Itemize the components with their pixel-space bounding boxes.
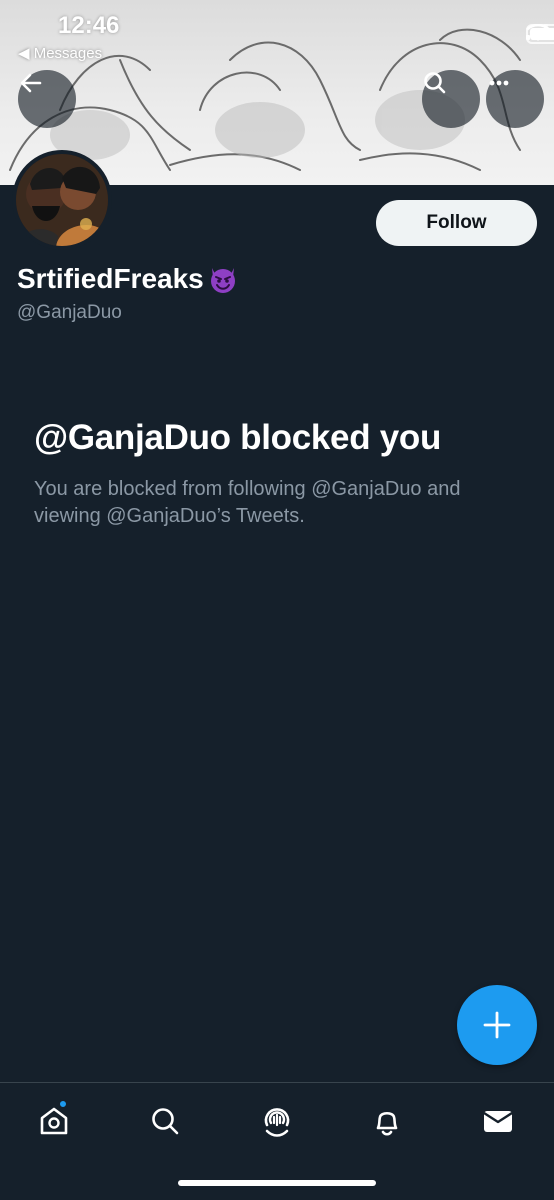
- nav-home[interactable]: [34, 1099, 74, 1141]
- home-icon: [40, 1107, 68, 1135]
- avatar[interactable]: [12, 150, 112, 250]
- nav-messages[interactable]: [478, 1101, 518, 1141]
- plus-icon: [483, 1011, 511, 1039]
- battery-icon: [526, 24, 554, 44]
- compose-tweet-button[interactable]: [457, 985, 537, 1065]
- spaces-icon: [264, 1108, 290, 1137]
- nav-spaces[interactable]: [257, 1101, 297, 1141]
- back-to-messages-link[interactable]: ◀ Messages: [18, 44, 102, 62]
- display-name: SrtifiedFreaks: [17, 262, 240, 296]
- profile-handle: @GanjaDuo: [17, 302, 122, 323]
- avatar-illustration: [16, 154, 108, 246]
- mail-icon: [483, 1111, 513, 1132]
- search-profile-button[interactable]: [422, 70, 480, 128]
- home-indicator[interactable]: [178, 1180, 376, 1186]
- search-icon: [152, 1108, 179, 1135]
- back-button[interactable]: [18, 70, 76, 128]
- arrow-left-icon: [20, 73, 42, 93]
- more-horizontal-icon: [489, 80, 509, 86]
- more-options-button[interactable]: [486, 70, 544, 128]
- display-name-text: SrtifiedFreaks: [17, 263, 204, 294]
- nav-notifications[interactable]: [367, 1101, 407, 1141]
- blocked-description: You are blocked from following @GanjaDuo…: [34, 478, 461, 527]
- home-notification-dot: [58, 1099, 68, 1109]
- bell-icon: [376, 1111, 398, 1136]
- smiling-devil-emoji-icon: [210, 268, 235, 293]
- status-time: 12:46: [58, 12, 120, 39]
- search-icon: [424, 72, 446, 94]
- follow-button[interactable]: Follow: [376, 200, 537, 246]
- profile-screen: 12:46 ◀ Messages Follow SrtifiedFreaks @…: [0, 0, 554, 1200]
- nav-search[interactable]: [145, 1101, 185, 1141]
- blocked-title: @GanjaDuo blocked you: [34, 418, 442, 457]
